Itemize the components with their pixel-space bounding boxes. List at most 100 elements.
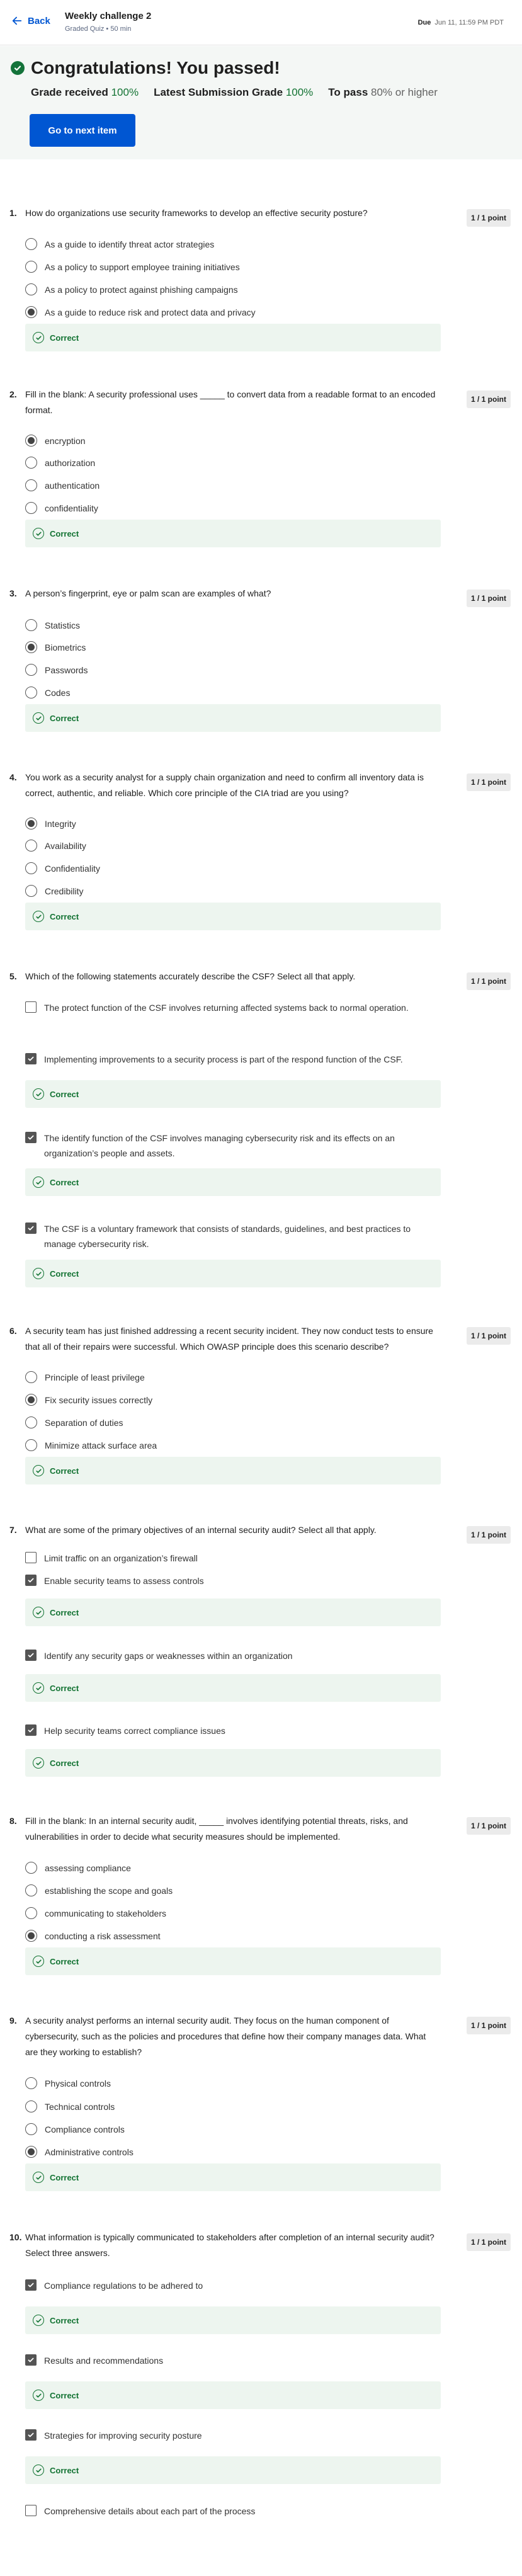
checkbox[interactable] <box>25 1222 37 1234</box>
answer-option-radio[interactable]: Administrative controls <box>25 2145 441 2160</box>
checkbox[interactable] <box>25 1575 37 1586</box>
radio-button[interactable] <box>25 261 37 273</box>
radio-button[interactable] <box>25 283 37 295</box>
answer-option-radio[interactable]: confidentiality <box>25 501 441 516</box>
answer-option-radio[interactable]: authorization <box>25 455 441 470</box>
answer-option-radio[interactable]: Minimize attack surface area <box>25 1438 441 1453</box>
checkbox[interactable] <box>25 1001 37 1013</box>
answer-option-radio[interactable]: Statistics <box>25 618 441 633</box>
checkbox[interactable] <box>25 1132 37 1143</box>
answer-option-radio[interactable]: Compliance controls <box>25 2122 441 2137</box>
feedback-label: Correct <box>50 713 79 723</box>
question-number: 3. <box>9 588 17 598</box>
back-button[interactable]: Back <box>11 15 50 26</box>
checkbox[interactable] <box>25 1724 37 1736</box>
radio-button[interactable] <box>25 1394 37 1406</box>
radio-button[interactable] <box>25 2077 37 2089</box>
answer-option-radio[interactable]: establishing the scope and goals <box>25 1883 441 1898</box>
answer-option-checkbox[interactable]: Comprehensive details about each part of… <box>25 2504 441 2519</box>
answer-option-radio[interactable]: As a policy to protect against phishing … <box>25 282 441 297</box>
checkbox[interactable] <box>25 2279 37 2291</box>
question-text: What are some of the primary objectives … <box>25 1525 377 1535</box>
option-label: As a policy to support employee training… <box>45 262 240 272</box>
radio-button[interactable] <box>25 238 37 250</box>
radio-button[interactable] <box>25 1371 37 1383</box>
check-circle-icon <box>33 1757 44 1769</box>
radio-button[interactable] <box>25 502 37 514</box>
radio-button[interactable] <box>25 664 37 676</box>
answer-option-checkbox[interactable]: Implementing improvements to a security … <box>25 1052 441 1067</box>
answer-option-checkbox[interactable]: Identify any security gaps or weaknesses… <box>25 1648 441 1663</box>
feedback-label: Correct <box>50 1956 79 1966</box>
checkbox[interactable] <box>25 1650 37 1661</box>
answer-option-radio[interactable]: As a policy to support employee training… <box>25 259 441 275</box>
radio-button[interactable] <box>25 1907 37 1919</box>
answer-option-radio[interactable]: Biometrics <box>25 640 441 655</box>
answer-option-checkbox[interactable]: Help security teams correct compliance i… <box>25 1723 441 1738</box>
radio-button[interactable] <box>25 619 37 631</box>
answer-option-checkbox[interactable]: Compliance regulations to be adhered to <box>25 2278 441 2293</box>
radio-button[interactable] <box>25 1439 37 1451</box>
answer-option-radio[interactable]: communicating to stakeholders <box>25 1906 441 1921</box>
answer-option-radio[interactable]: Principle of least privilege <box>25 1370 441 1385</box>
radio-button[interactable] <box>25 2123 37 2135</box>
latest-submission-grade: Latest Submission Grade 100% <box>154 86 314 98</box>
answer-option-checkbox[interactable]: The protect function of the CSF involves… <box>25 1000 441 1015</box>
radio-button[interactable] <box>25 1416 37 1428</box>
answer-option-radio[interactable]: Availability <box>25 838 441 853</box>
answer-option-radio[interactable]: Fix security issues correctly <box>25 1393 441 1408</box>
go-to-next-item-button[interactable]: Go to next item <box>30 114 135 147</box>
answer-option-checkbox[interactable]: Results and recommendations <box>25 2353 441 2368</box>
answer-option-radio[interactable]: Codes <box>25 685 441 700</box>
option-label: Codes <box>45 688 71 698</box>
checkbox[interactable] <box>25 2505 37 2516</box>
check-circle-icon <box>33 2390 44 2401</box>
answer-option-checkbox[interactable]: Limit traffic on an organization’s firew… <box>25 1551 441 1566</box>
radio-button[interactable] <box>25 457 37 469</box>
radio-button[interactable] <box>25 1884 37 1896</box>
answer-option-radio[interactable]: Separation of duties <box>25 1415 441 1430</box>
answer-option-radio[interactable]: As a guide to identify threat actor stra… <box>25 237 441 252</box>
check-circle-icon <box>11 61 25 75</box>
answer-option-radio[interactable]: Physical controls <box>25 2076 441 2091</box>
checkbox[interactable] <box>25 2354 37 2366</box>
radio-button[interactable] <box>25 306 37 318</box>
answer-option-checkbox[interactable]: The CSF is a voluntary framework that co… <box>25 1221 441 1251</box>
option-label: Integrity <box>45 819 76 829</box>
answer-option-radio[interactable]: Confidentiality <box>25 861 441 876</box>
radio-button[interactable] <box>25 840 37 852</box>
feedback-label: Correct <box>50 1683 79 1693</box>
answer-option-radio[interactable]: conducting a risk assessment <box>25 1929 441 1944</box>
radio-button[interactable] <box>25 479 37 491</box>
points-badge: 1 / 1 point <box>467 773 511 791</box>
checkbox[interactable] <box>25 1552 37 1563</box>
radio-button[interactable] <box>25 818 37 829</box>
answer-option-radio[interactable]: As a guide to reduce risk and protect da… <box>25 305 441 320</box>
answer-option-radio[interactable]: Credibility <box>25 884 441 899</box>
answer-option-checkbox[interactable]: The identify function of the CSF involve… <box>25 1131 441 1161</box>
correct-feedback: Correct <box>25 1260 441 1287</box>
radio-button[interactable] <box>25 435 37 447</box>
radio-button[interactable] <box>25 2146 37 2158</box>
answer-option-radio[interactable]: Technical controls <box>25 2099 441 2114</box>
answer-option-radio[interactable]: assessing compliance <box>25 1861 441 1876</box>
correct-feedback: Correct <box>25 520 441 547</box>
option-label: Biometrics <box>45 642 86 653</box>
checkbox[interactable] <box>25 2429 37 2441</box>
checkbox[interactable] <box>25 1053 37 1064</box>
answer-option-checkbox[interactable]: Strategies for improving security postur… <box>25 2428 441 2443</box>
answer-option-radio[interactable]: authentication <box>25 478 441 493</box>
answer-option-radio[interactable]: Integrity <box>25 816 441 831</box>
radio-button[interactable] <box>25 862 37 874</box>
radio-button[interactable] <box>25 2100 37 2112</box>
radio-button[interactable] <box>25 1930 37 1942</box>
question-number: 1. <box>9 208 17 218</box>
answer-option-checkbox[interactable]: Enable security teams to assess controls <box>25 1573 441 1588</box>
answer-option-radio[interactable]: Passwords <box>25 663 441 678</box>
radio-button[interactable] <box>25 1862 37 1874</box>
radio-button[interactable] <box>25 687 37 698</box>
answer-option-radio[interactable]: encryption <box>25 433 441 448</box>
radio-button[interactable] <box>25 641 37 653</box>
feedback-label: Correct <box>50 1466 79 1476</box>
radio-button[interactable] <box>25 885 37 897</box>
